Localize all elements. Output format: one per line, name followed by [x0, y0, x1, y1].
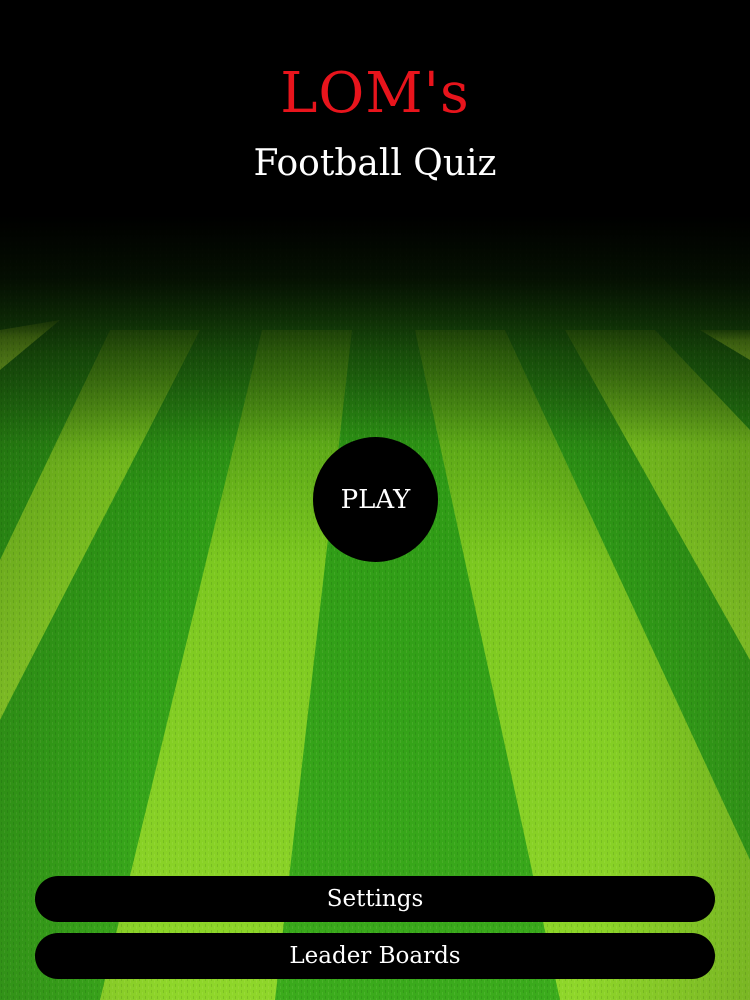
header: LOM's Football Quiz — [0, 0, 750, 215]
leader-boards-button[interactable]: Leader Boards — [35, 933, 715, 979]
app-screen: LOM's Football Quiz PLAY Settings Leader… — [0, 0, 750, 1000]
pitch-horizon-fade — [0, 215, 750, 445]
app-title: LOM's — [280, 61, 470, 126]
app-subtitle: Football Quiz — [253, 143, 497, 184]
settings-button[interactable]: Settings — [35, 876, 715, 922]
play-button[interactable]: PLAY — [313, 437, 438, 562]
